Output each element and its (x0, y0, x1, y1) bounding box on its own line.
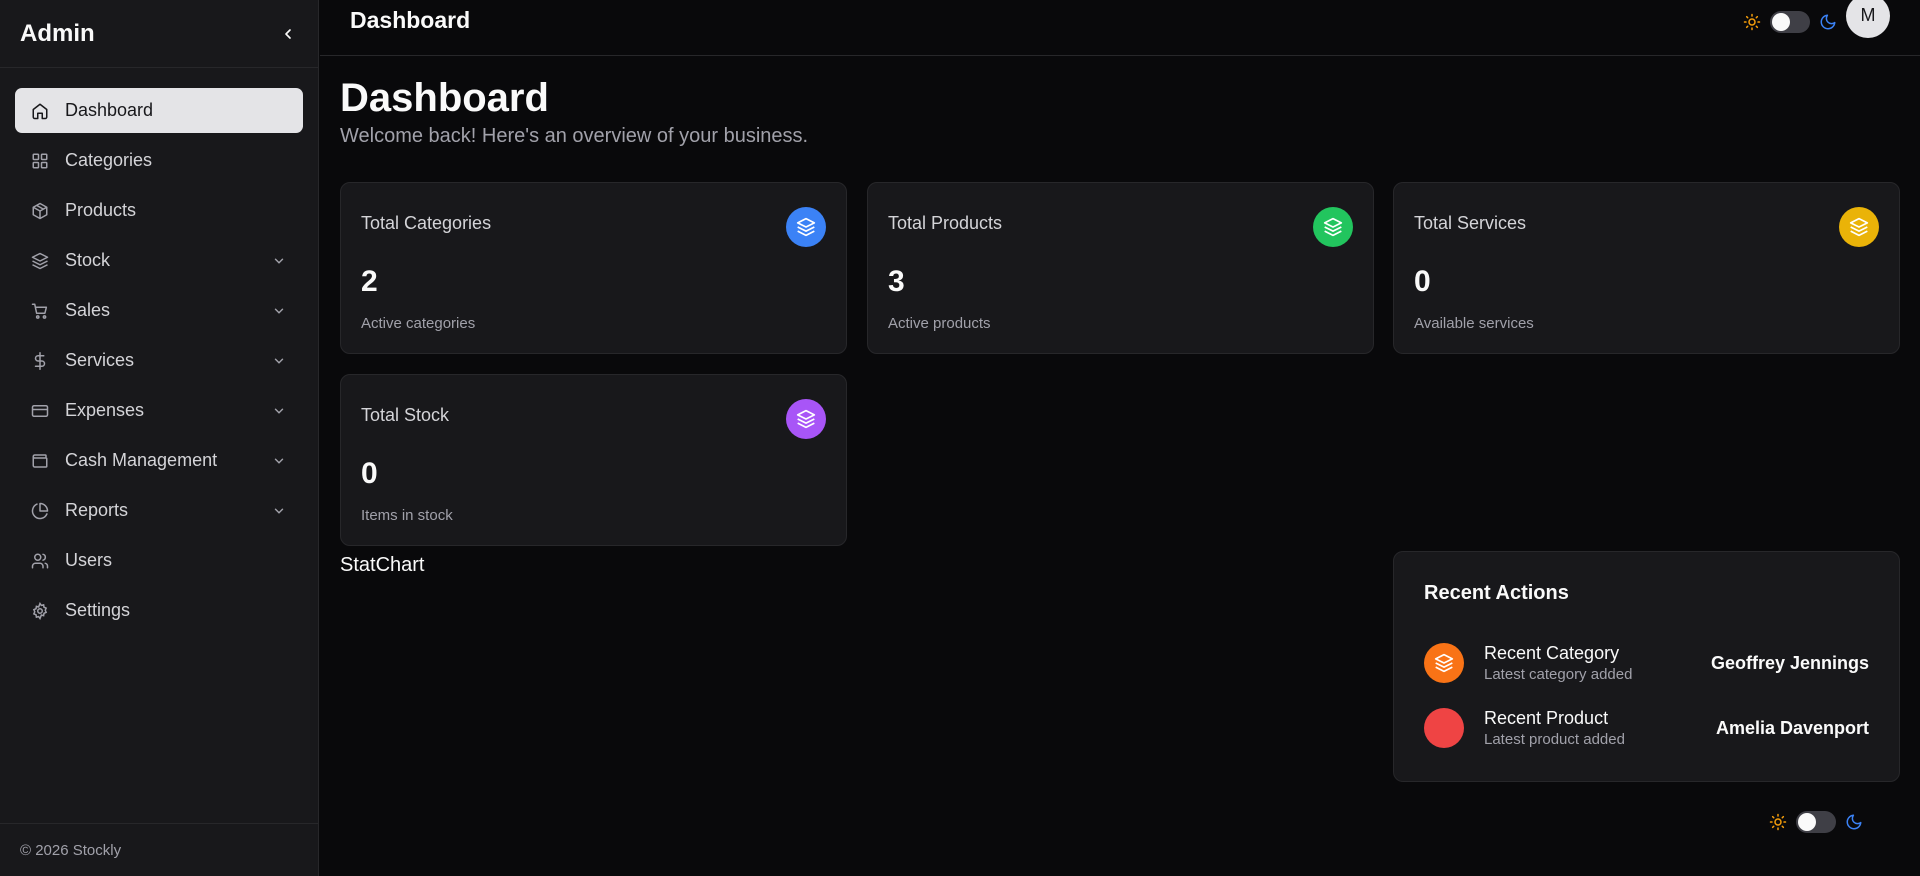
sidebar-item-cash-management[interactable]: Cash Management (15, 438, 303, 483)
stat-card-title: Total Categories (361, 213, 492, 233)
stat-card-description: Active categories (361, 315, 476, 332)
grid-icon (30, 151, 50, 171)
recent-actions-panel: Recent Actions Recent Category Latest ca… (1393, 551, 1900, 782)
recent-action-user: Amelia Davenport (1715, 717, 1869, 738)
sidebar-title: Admin (20, 19, 95, 47)
stat-card-value: 0 (361, 457, 378, 490)
stat-card-title: Total Products (888, 213, 1003, 233)
topbar-actions: M (1742, 0, 1890, 38)
sidebar-item-label: Categories (65, 150, 153, 170)
chevron-down-icon (270, 252, 288, 270)
layers-icon (1839, 207, 1879, 247)
recent-action-subtitle: Latest category added (1484, 666, 1633, 683)
theme-switch[interactable] (1796, 811, 1836, 833)
stat-card-title: Total Services (1414, 213, 1527, 233)
theme-switch[interactable] (1770, 10, 1810, 33)
stat-card-products: Total Products 3 Active products (867, 182, 1374, 354)
sidebar-item-users[interactable]: Users (15, 538, 303, 583)
sidebar-item-label: Products (65, 200, 137, 220)
layers-icon (30, 251, 50, 271)
sidebar-item-dashboard[interactable]: Dashboard (15, 88, 303, 133)
sidebar-item-categories[interactable]: Categories (15, 138, 303, 183)
sidebar: Admin Dashboard Categories Products Stoc… (0, 0, 319, 876)
sidebar-item-label: Sales (65, 300, 111, 320)
package-icon (30, 201, 50, 221)
sidebar-item-label: Reports (65, 500, 129, 520)
layers-icon (1424, 643, 1464, 683)
sidebar-item-settings[interactable]: Settings (15, 588, 303, 633)
collapse-sidebar-icon[interactable] (278, 24, 298, 44)
avatar[interactable]: M (1846, 0, 1890, 38)
sidebar-item-label: Stock (65, 250, 111, 270)
topbar-title: Dashboard (350, 7, 471, 33)
page-title: Dashboard (340, 76, 549, 120)
recent-action-item[interactable]: Recent Category Latest category added Ge… (1424, 639, 1869, 687)
sidebar-item-sales[interactable]: Sales (15, 288, 303, 333)
recent-action-text: Recent Category Latest category added (1484, 643, 1711, 683)
dollar-icon (30, 351, 50, 371)
sun-icon (1742, 12, 1762, 32)
stat-card-value: 3 (888, 265, 905, 298)
sidebar-item-label: Cash Management (65, 450, 218, 470)
recent-actions-title: Recent Actions (1424, 582, 1569, 604)
sidebar-item-services[interactable]: Services (15, 338, 303, 383)
sidebar-item-stock[interactable]: Stock (15, 238, 303, 283)
chevron-down-icon (270, 502, 288, 520)
switch-knob (1798, 813, 1816, 831)
stat-card-description: Items in stock (361, 507, 453, 524)
stat-card-categories: Total Categories 2 Active categories (340, 182, 847, 354)
recent-action-name: Recent Category (1484, 643, 1620, 663)
home-icon (30, 101, 50, 121)
moon-icon (1818, 12, 1838, 32)
topbar: Dashboard M (320, 0, 1920, 56)
layers-icon (1313, 207, 1353, 247)
recent-action-item[interactable]: Recent Product Latest product added Amel… (1424, 704, 1869, 752)
gear-icon (30, 601, 50, 621)
recent-action-subtitle: Latest product added (1484, 731, 1625, 748)
recent-action-text: Recent Product Latest product added (1484, 708, 1716, 748)
stat-card-description: Available services (1414, 315, 1534, 332)
sidebar-nav: Dashboard Categories Products Stock Sale… (0, 68, 318, 633)
theme-toggle-bottom[interactable] (1768, 811, 1864, 833)
sidebar-item-label: Services (65, 350, 135, 370)
wallet-icon (30, 451, 50, 471)
statchart-placeholder: StatChart (340, 554, 425, 576)
status-dot-icon (1424, 708, 1464, 748)
sidebar-item-label: Settings (65, 600, 131, 620)
stat-card-services: Total Services 0 Available services (1393, 182, 1900, 354)
stat-card-value: 2 (361, 265, 378, 298)
switch-knob (1772, 12, 1790, 31)
layers-icon (786, 207, 826, 247)
sidebar-item-label: Users (65, 550, 113, 570)
cart-icon (30, 301, 50, 321)
sidebar-item-reports[interactable]: Reports (15, 488, 303, 533)
stat-card-stock: Total Stock 0 Items in stock (340, 374, 847, 546)
moon-icon (1844, 812, 1864, 832)
sidebar-item-label: Expenses (65, 400, 145, 420)
users-icon (30, 551, 50, 571)
recent-action-user: Geoffrey Jennings (1710, 652, 1869, 673)
sidebar-item-label: Dashboard (65, 100, 154, 120)
stat-card-value: 0 (1414, 265, 1431, 298)
stat-card-title: Total Stock (361, 405, 450, 425)
stat-card-description: Active products (888, 315, 991, 332)
sidebar-item-expenses[interactable]: Expenses (15, 388, 303, 433)
chevron-down-icon (270, 302, 288, 320)
chevron-down-icon (270, 352, 288, 370)
chevron-down-icon (270, 452, 288, 470)
theme-toggle[interactable] (1742, 10, 1838, 33)
chevron-down-icon (270, 402, 288, 420)
page-subtitle: Welcome back! Here's an overview of your… (340, 125, 809, 147)
sun-icon (1768, 812, 1788, 832)
sidebar-header: Admin (0, 0, 318, 68)
credit-card-icon (30, 401, 50, 421)
recent-action-name: Recent Product (1484, 708, 1609, 728)
pie-chart-icon (30, 501, 50, 521)
sidebar-footer: © 2026 Stockly (0, 823, 318, 876)
sidebar-item-products[interactable]: Products (15, 188, 303, 233)
layers-icon (786, 399, 826, 439)
